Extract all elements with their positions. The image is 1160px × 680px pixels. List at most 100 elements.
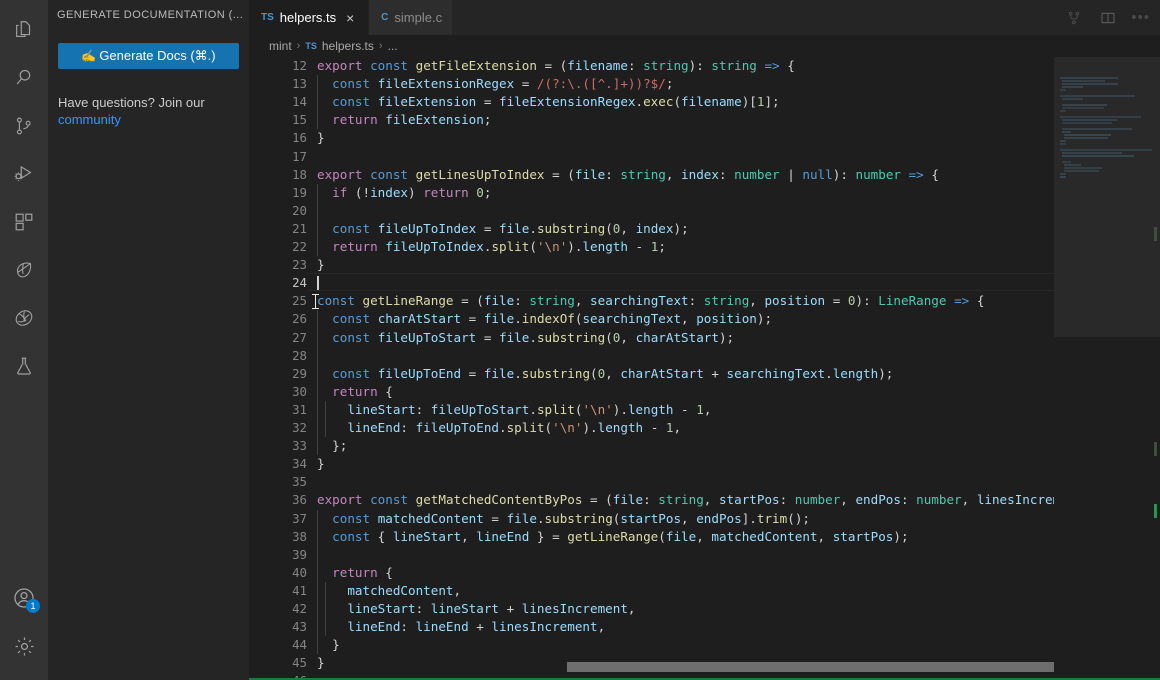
line-number: 19 <box>249 184 307 202</box>
code-line[interactable]: 42 lineStart: lineStart + linesIncrement… <box>249 600 1054 618</box>
code-line[interactable]: 15 return fileExtension; <box>249 111 1054 129</box>
code-line[interactable]: 21 const fileUpToIndex = file.substring(… <box>249 220 1054 238</box>
generate-docs-button[interactable]: ✍Generate Docs (⌘.) <box>58 43 239 69</box>
horizontal-scrollbar[interactable] <box>307 662 948 672</box>
activity-bar-item-search[interactable] <box>0 54 48 102</box>
code-line[interactable]: 16} <box>249 129 1054 147</box>
code-line[interactable]: 37 const matchedContent = file.substring… <box>249 510 1054 528</box>
minimap-line <box>1060 125 1061 127</box>
code-line[interactable]: 38 const { lineStart, lineEnd } = getLin… <box>249 528 1054 546</box>
line-number: 37 <box>249 510 307 528</box>
minimap-line <box>1060 140 1066 142</box>
minimap-line <box>1060 143 1066 145</box>
breadcrumb-file[interactable]: helpers.ts <box>322 39 374 53</box>
code-line[interactable]: 36export const getMatchedContentByPos = … <box>249 491 1054 509</box>
code-line[interactable]: 22 return fileUpToIndex.split('\n').leng… <box>249 238 1054 256</box>
indent-guide <box>317 510 318 655</box>
minimap-line <box>1062 119 1117 121</box>
activity-bar-item-globe-extension[interactable] <box>0 294 48 342</box>
code-line[interactable]: 31 lineStart: fileUpToStart.split('\n').… <box>249 401 1054 419</box>
code-line[interactable]: 24 <box>249 274 1054 292</box>
minimap-line <box>1060 113 1061 115</box>
code-line[interactable]: 20 <box>249 202 1054 220</box>
code-line[interactable]: 29 const fileUpToEnd = file.substring(0,… <box>249 365 1054 383</box>
activity-bar-item-extensions[interactable] <box>0 198 48 246</box>
code-line[interactable]: 19 if (!index) return 0; <box>249 184 1054 202</box>
indent-guide <box>325 582 326 636</box>
breadcrumb-symbol[interactable]: ... <box>388 39 398 53</box>
line-number: 44 <box>249 636 307 654</box>
breadcrumb-root[interactable]: mint <box>269 39 292 53</box>
code-line[interactable]: 12export const getFileExtension = (filen… <box>249 57 1054 75</box>
close-icon[interactable]: × <box>342 10 358 26</box>
code-line[interactable]: 34} <box>249 455 1054 473</box>
minimap-line <box>1064 170 1099 172</box>
activity-bar-item-testing[interactable] <box>0 342 48 390</box>
line-text: export const getMatchedContentByPos = (f… <box>317 491 1054 509</box>
community-link[interactable]: community <box>58 111 239 128</box>
generate-docs-label: Generate Docs (⌘.) <box>99 48 215 63</box>
code-editor[interactable]: 12export const getFileExtension = (filen… <box>249 57 1054 680</box>
minimap-line <box>1060 101 1061 103</box>
editor-group: TS helpers.ts × C simple.c <box>249 0 1160 680</box>
code-line[interactable]: 23} <box>249 256 1054 274</box>
line-text: return fileExtension; <box>317 111 491 129</box>
code-line[interactable]: 18export const getLinesUpToIndex = (file… <box>249 166 1054 184</box>
line-number: 35 <box>249 473 307 491</box>
activity-bar-item-explorer[interactable] <box>0 6 48 54</box>
code-line[interactable]: 14 const fileExtension = fileExtensionRe… <box>249 93 1054 111</box>
code-line[interactable]: 13 const fileExtensionRegex = /(?:\.([^.… <box>249 75 1054 93</box>
code-line[interactable]: 41 matchedContent, <box>249 582 1054 600</box>
activity-bar-item-source-control[interactable] <box>0 102 48 150</box>
minimap[interactable] <box>1054 57 1160 680</box>
code-line[interactable]: 39 <box>249 546 1054 564</box>
activity-bar-item-settings[interactable] <box>0 622 48 670</box>
line-text: } <box>317 256 325 274</box>
code-line[interactable]: 30 return { <box>249 383 1054 401</box>
line-number: 42 <box>249 600 307 618</box>
minimap-line <box>1062 131 1071 133</box>
code-line[interactable]: 27 const fileUpToStart = file.substring(… <box>249 329 1054 347</box>
minimap-line <box>1060 176 1066 178</box>
minimap-line <box>1060 149 1152 151</box>
minimap-line <box>1062 107 1104 109</box>
overview-ruler[interactable] <box>1146 57 1160 680</box>
chevron-right-icon: › <box>379 40 383 52</box>
line-number: 14 <box>249 93 307 111</box>
code-line[interactable]: 44 } <box>249 636 1054 654</box>
activity-bar-item-accounts[interactable]: 1 <box>0 574 48 622</box>
tab-helpers-ts[interactable]: TS helpers.ts × <box>249 0 369 35</box>
activity-bar-item-mintlify[interactable] <box>0 246 48 294</box>
line-number: 23 <box>249 256 307 274</box>
code-line[interactable]: 26 const charAtStart = file.indexOf(sear… <box>249 310 1054 328</box>
typescript-file-icon: TS <box>305 41 317 51</box>
minimap-line <box>1064 137 1108 139</box>
files-icon <box>13 19 35 41</box>
tab-label: helpers.ts <box>280 10 336 25</box>
source-control-icon <box>13 115 35 137</box>
line-text: return { <box>317 383 393 401</box>
code-line[interactable]: 17 <box>249 148 1054 166</box>
horizontal-scrollbar-thumb[interactable] <box>567 662 1054 672</box>
code-line[interactable]: 25const getLineRange = (file: string, se… <box>249 292 1054 310</box>
minimap-line <box>1064 167 1103 169</box>
minimap-line <box>1062 122 1113 124</box>
code-line[interactable]: 28 <box>249 347 1054 365</box>
line-text: const fileExtensionRegex = /(?:\.([^.]+)… <box>317 75 673 93</box>
code-line[interactable]: 43 lineEnd: lineEnd + linesIncrement, <box>249 618 1054 636</box>
editor-layout-icon[interactable] <box>1097 7 1119 29</box>
line-text: } <box>317 129 325 147</box>
minimap-line <box>1060 92 1061 94</box>
minimap-line <box>1060 110 1066 112</box>
activity-bar-item-run-debug[interactable] <box>0 150 48 198</box>
more-actions-icon[interactable]: ••• <box>1131 13 1150 23</box>
code-line[interactable]: 33 }; <box>249 437 1054 455</box>
tab-simple-c[interactable]: C simple.c <box>369 0 453 35</box>
code-line[interactable]: 40 return { <box>249 564 1054 582</box>
split-editor-icon[interactable] <box>1063 7 1085 29</box>
code-line[interactable]: 35 <box>249 473 1054 491</box>
line-text: return fileUpToIndex.split('\n').length … <box>317 238 666 256</box>
line-number: 22 <box>249 238 307 256</box>
tab-bar: TS helpers.ts × C simple.c <box>249 0 1160 35</box>
code-line[interactable]: 32 lineEnd: fileUpToEnd.split('\n').leng… <box>249 419 1054 437</box>
